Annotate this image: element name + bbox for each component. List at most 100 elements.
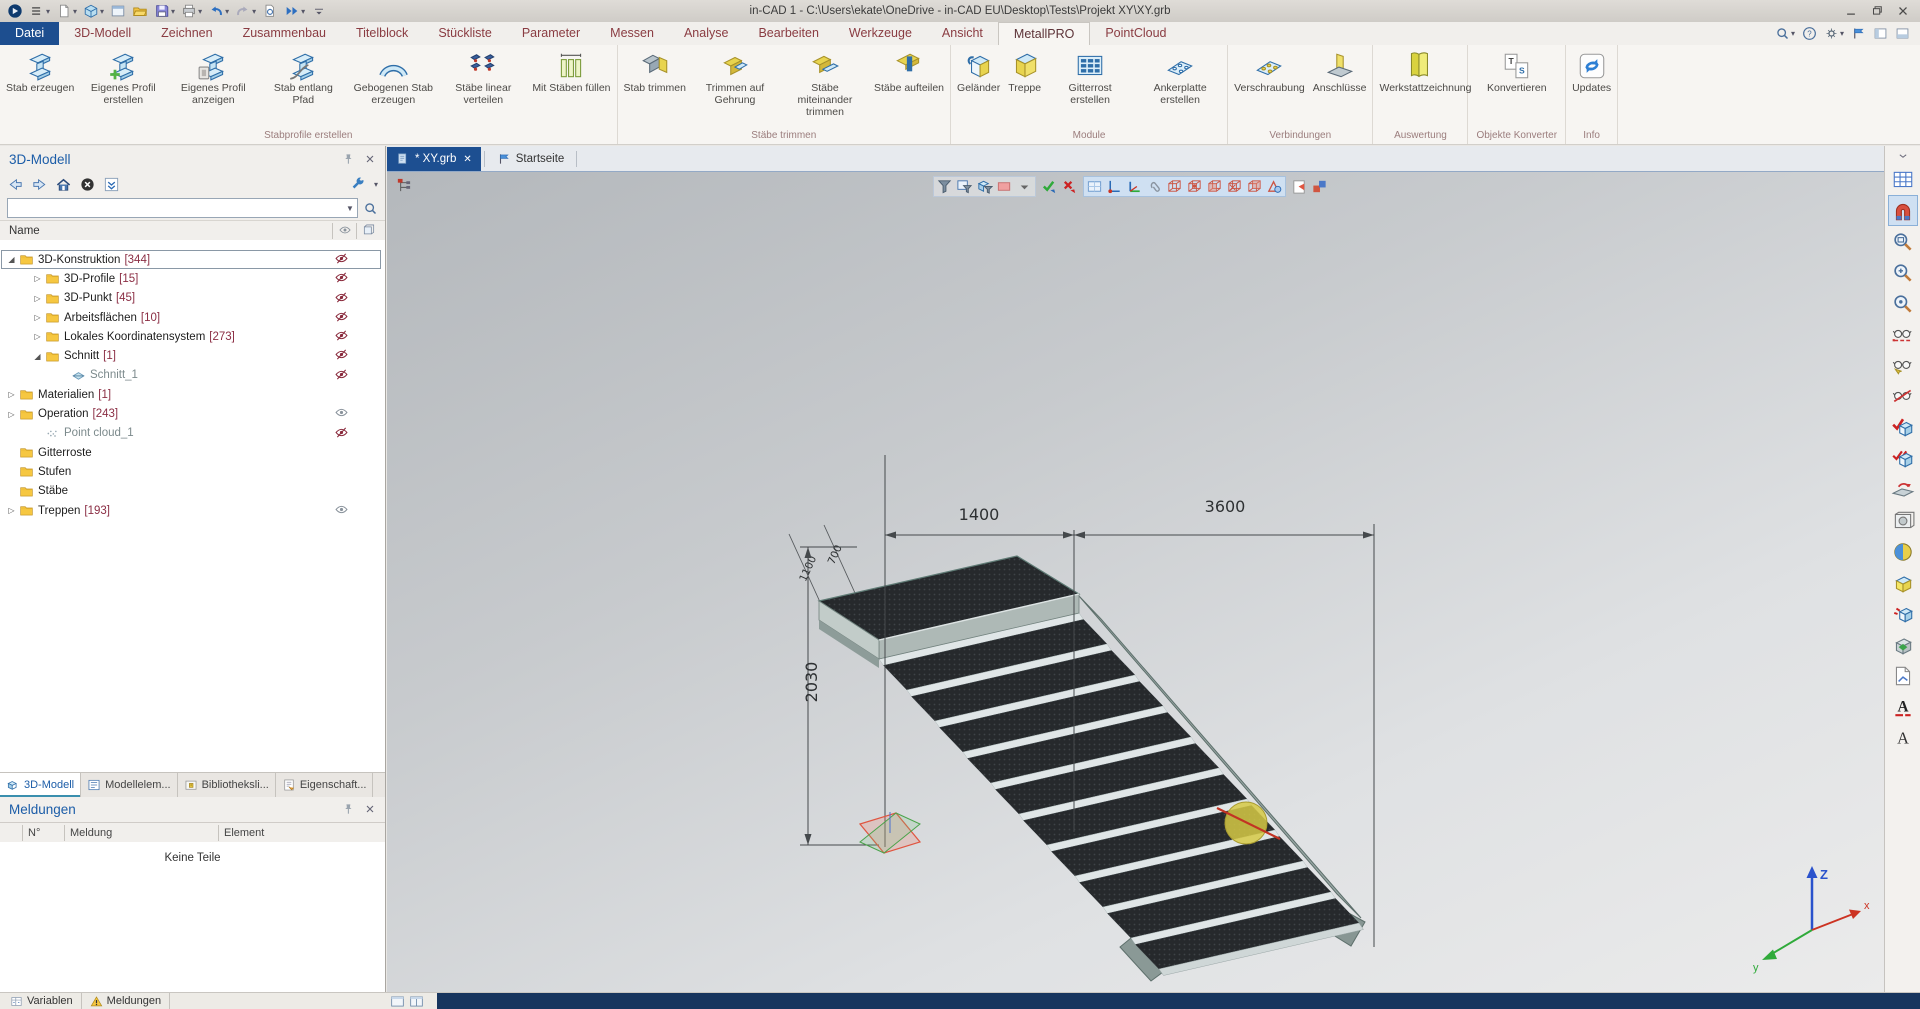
menu-tab-st-ckliste[interactable]: Stückliste: [423, 22, 507, 45]
section-box-button[interactable]: [1888, 505, 1918, 536]
macro-button[interactable]: [261, 2, 279, 20]
tree-item-stufen[interactable]: Stufen: [0, 462, 385, 481]
playback-button[interactable]: ▾: [283, 2, 306, 20]
glasses-mark-button[interactable]: [1888, 350, 1918, 381]
menu-tab-pointcloud[interactable]: PointCloud: [1090, 22, 1181, 45]
redo-button[interactable]: ▾: [234, 2, 257, 20]
expander-icon[interactable]: ◢: [30, 352, 45, 361]
expander-icon[interactable]: ▷: [30, 332, 45, 341]
help-icon[interactable]: ?: [1802, 26, 1817, 41]
dropdown-caret[interactable]: ▾: [374, 180, 378, 189]
ribbon-button-mit-st-ben-f-llen[interactable]: Mit Stäben füllen: [528, 46, 614, 95]
menu-tab-titelblock[interactable]: Titelblock: [341, 22, 423, 45]
ribbon-button-eigenes-profil-anzeigen[interactable]: Eigenes Profil anzeigen: [168, 46, 258, 107]
3d-viewport[interactable]: 1100 700: [387, 172, 1884, 992]
win-max-icon[interactable]: [1870, 4, 1884, 18]
save-icon[interactable]: [154, 3, 170, 19]
cancel-x-button[interactable]: [1060, 178, 1079, 195]
expander-icon[interactable]: ▷: [4, 390, 19, 399]
expander-icon[interactable]: ◢: [4, 255, 19, 264]
verify-all-button[interactable]: [1888, 443, 1918, 474]
settings-icon[interactable]: [1824, 26, 1839, 41]
nav-cancel-icon[interactable]: [79, 176, 96, 193]
new-window-button[interactable]: [109, 2, 127, 20]
wirecube-2-button[interactable]: [1185, 178, 1204, 195]
new-part-icon[interactable]: [83, 3, 99, 19]
print-button[interactable]: ▾: [180, 2, 203, 20]
expander-icon[interactable]: ▷: [4, 506, 19, 515]
menu-tab-zusammenbau[interactable]: Zusammenbau: [228, 22, 341, 45]
undo-icon[interactable]: [208, 3, 224, 19]
dropdown-caret[interactable]: ▾: [171, 7, 175, 16]
color-swatch-button[interactable]: [995, 178, 1014, 195]
ribbon-button-trimmen-auf-gehrung[interactable]: Trimmen auf Gehrung: [690, 46, 780, 107]
menu-tab-3d-modell[interactable]: 3D-Modell: [59, 22, 146, 45]
flag-button[interactable]: [1851, 26, 1866, 41]
dropdown-caret[interactable]: ▾: [73, 7, 77, 16]
menu-tab-werkzeuge[interactable]: Werkzeuge: [834, 22, 927, 45]
macro-icon[interactable]: [262, 3, 278, 19]
lcs-point-button[interactable]: [1105, 178, 1124, 195]
maximize-button[interactable]: [1870, 4, 1884, 18]
search-icon[interactable]: [363, 201, 378, 216]
ribbon-button-stab-entlang-pfad[interactable]: Stab entlang Pfad: [258, 46, 348, 107]
origin-planes-symbol[interactable]: [860, 812, 920, 853]
menu-button[interactable]: ▾: [28, 2, 51, 20]
search-magnifier[interactable]: [363, 201, 378, 216]
ribbon-button-gebogenen-stab-erzeugen[interactable]: Gebogenen Stab erzeugen: [348, 46, 438, 107]
close-x-icon[interactable]: [364, 153, 376, 165]
sheet-red-button[interactable]: [1290, 178, 1309, 195]
text-plain-button[interactable]: A: [1888, 722, 1918, 753]
tree-item-operation[interactable]: ▷Operation[243]: [0, 404, 385, 423]
new-file-icon[interactable]: [56, 3, 72, 19]
flag-icon[interactable]: [1851, 26, 1866, 41]
menu-tab-ansicht[interactable]: Ansicht: [927, 22, 998, 45]
tree-item-3d-konstruktion[interactable]: ◢3D-Konstruktion[344]: [0, 250, 385, 269]
wirecube-5-button[interactable]: [1245, 178, 1264, 195]
menu-tab-analyse[interactable]: Analyse: [669, 22, 743, 45]
dropdown-caret[interactable]: ▾: [1840, 29, 1844, 38]
help-button[interactable]: ?: [1802, 26, 1817, 41]
collapse-chevron-button[interactable]: [1888, 148, 1918, 164]
magnet-button[interactable]: [1888, 195, 1918, 226]
panel-tab-modellelem-[interactable]: Modellelem...: [81, 773, 177, 797]
ribbon-button-stab-erzeugen[interactable]: Stab erzeugen: [2, 46, 78, 95]
ribbon-button-konvertieren[interactable]: TSKonvertieren: [1483, 46, 1551, 95]
ribbon-button-st-be-miteinander-trimmen[interactable]: Stäbe miteinander trimmen: [780, 46, 870, 118]
panel-left-icon[interactable]: [1873, 26, 1888, 41]
tree-item-gitterroste[interactable]: Gitterroste: [0, 443, 385, 462]
cube-green-button[interactable]: [1888, 629, 1918, 660]
win-min-icon[interactable]: [1844, 4, 1858, 18]
tree-item-schnitt-1[interactable]: Schnitt_1: [0, 366, 385, 385]
tree-item-st-be[interactable]: Stäbe: [0, 482, 385, 501]
dropdown-caret[interactable]: ▾: [1791, 29, 1795, 38]
shapes-button[interactable]: [1265, 178, 1284, 195]
tree-item-schnitt[interactable]: ◢Schnitt[1]: [0, 346, 385, 365]
assembly-button[interactable]: [1310, 178, 1329, 195]
ribbon-button-stab-trimmen[interactable]: Stab trimmen: [620, 46, 690, 95]
dropdown-caret[interactable]: ▾: [46, 7, 50, 16]
document-tab-startseite[interactable]: Startseite: [488, 147, 574, 171]
menu-tab-zeichnen[interactable]: Zeichnen: [146, 22, 227, 45]
expander-icon[interactable]: ▷: [30, 294, 45, 303]
ribbon-button-st-be-aufteilen[interactable]: Stäbe aufteilen: [870, 46, 948, 95]
viewport-single-icon[interactable]: [390, 994, 405, 1009]
document-tab-xy-grb[interactable]: * XY.grb✕: [387, 147, 481, 171]
ribbon-button-gitterrost-erstellen[interactable]: Gitterrost erstellen: [1045, 46, 1135, 107]
cube-marks-button[interactable]: [1888, 598, 1918, 629]
new-file-button[interactable]: ▾: [55, 2, 78, 20]
ribbon-button-verschraubung[interactable]: Verschraubung: [1230, 46, 1309, 95]
close-x-icon[interactable]: [364, 803, 376, 815]
more-icon[interactable]: [311, 3, 327, 19]
tree-item-3d-punkt[interactable]: ▷3D-Punkt[45]: [0, 289, 385, 308]
menu-tab-bearbeiten[interactable]: Bearbeiten: [743, 22, 833, 45]
print-icon[interactable]: [181, 3, 197, 19]
expander-icon[interactable]: ▷: [30, 274, 45, 283]
dropdown-caret[interactable]: ▾: [100, 7, 104, 16]
pin-icon[interactable]: [341, 802, 355, 816]
status-tab-variablen[interactable]: Variablen: [2, 993, 82, 1009]
tree-item-treppen[interactable]: ▷Treppen[193]: [0, 501, 385, 520]
open-icon[interactable]: [132, 3, 148, 19]
viewport-split-icon[interactable]: [409, 994, 424, 1009]
nav-home-icon[interactable]: [55, 176, 72, 193]
